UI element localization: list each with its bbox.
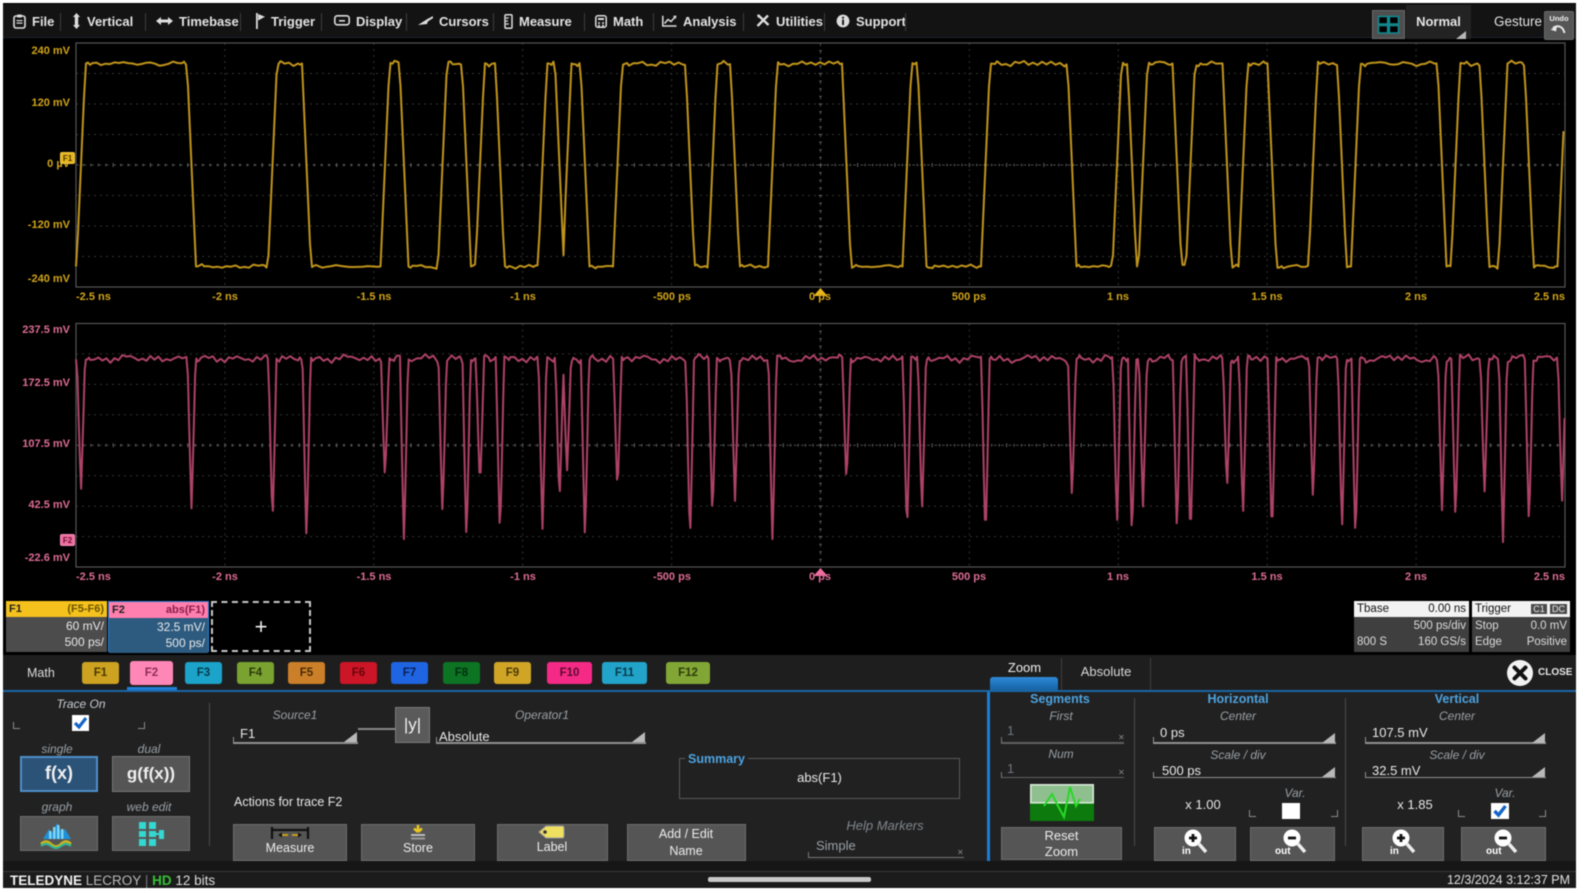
- svg-text:out: out: [1275, 846, 1291, 856]
- svg-text:in: in: [1182, 846, 1191, 856]
- svg-text:out: out: [1486, 846, 1502, 856]
- svg-text:in: in: [1390, 846, 1399, 856]
